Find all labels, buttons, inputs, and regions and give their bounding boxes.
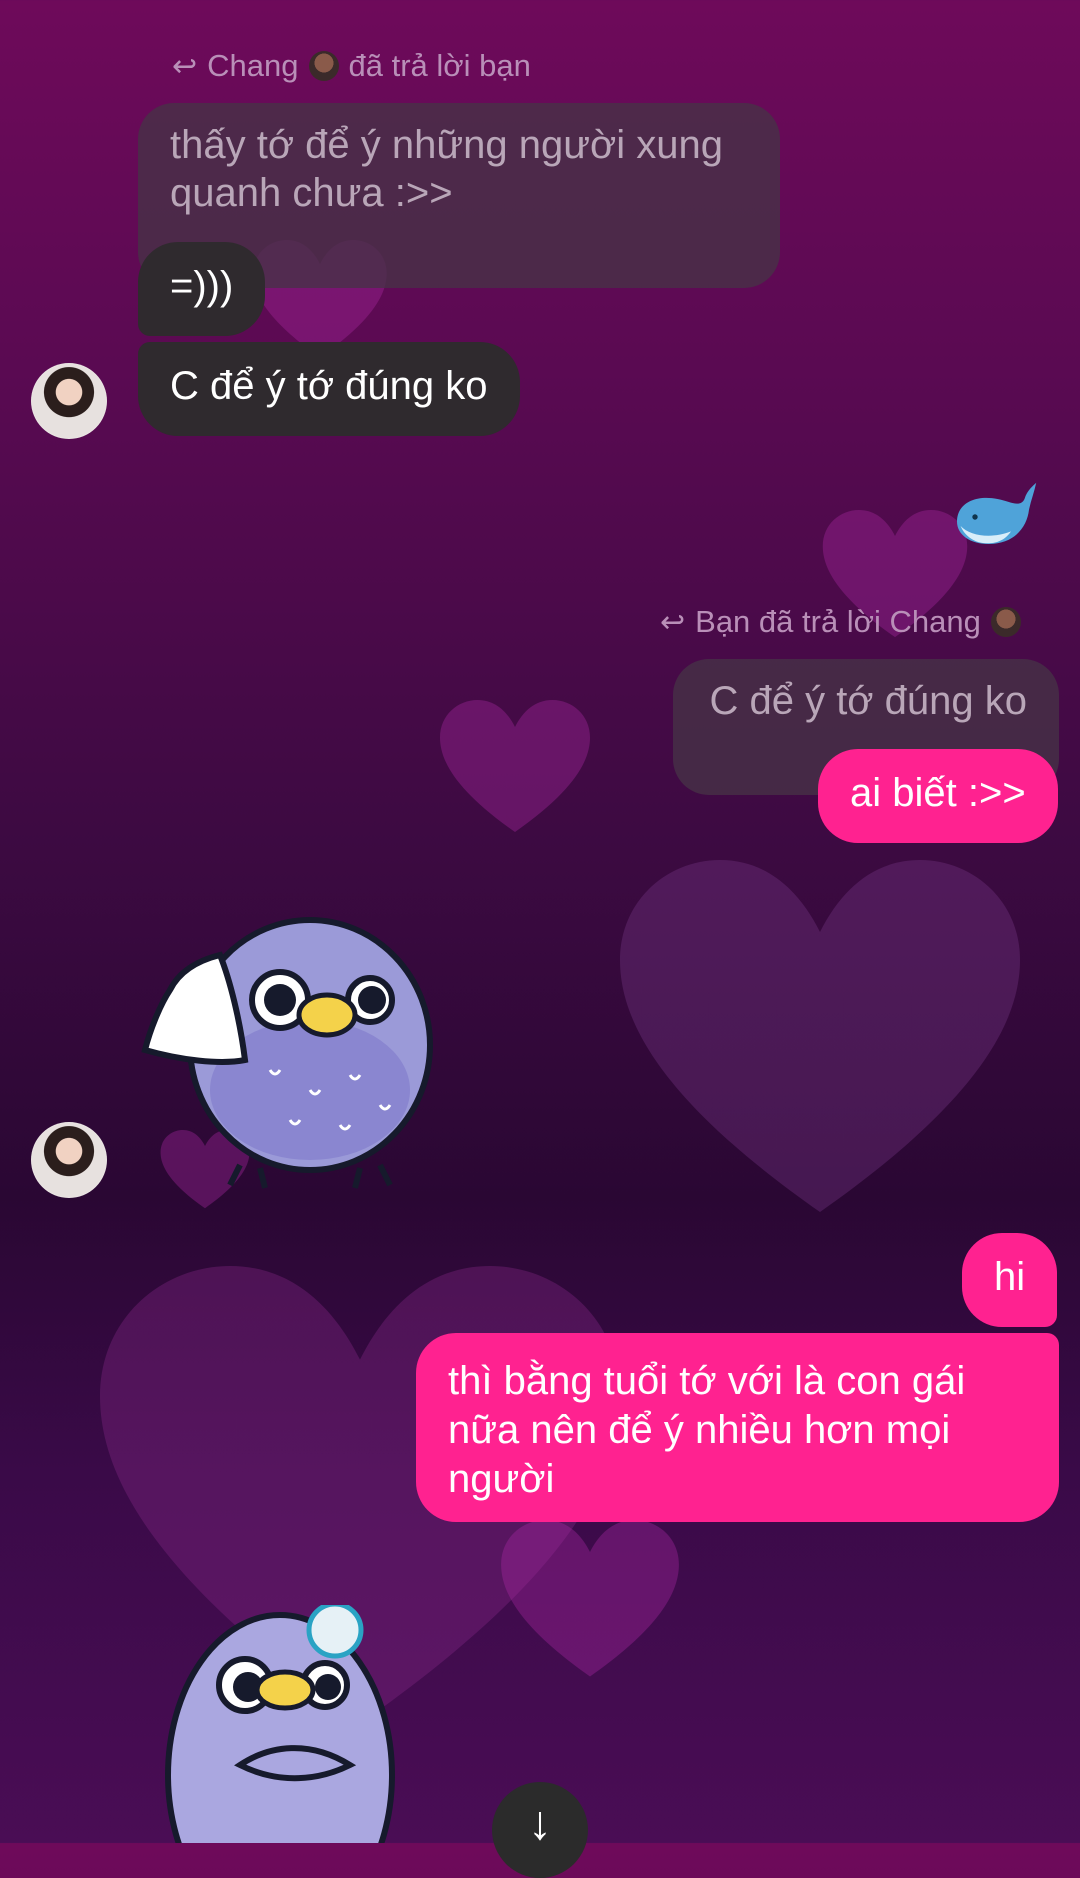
person-emoji-icon	[990, 607, 1021, 637]
reply-meta-outgoing: ↩ Bạn đã trả lời Chang	[660, 604, 1021, 640]
message-text: ai biết :>>	[850, 771, 1026, 815]
background-heart	[500, 1520, 680, 1680]
quoted-text: C để ý tớ đúng ko	[709, 679, 1027, 723]
whale-icon	[957, 482, 1037, 544]
message-bubble-outgoing[interactable]: hi	[962, 1233, 1058, 1327]
person-emoji-icon	[308, 51, 339, 81]
scroll-down-button[interactable]: ↓	[492, 1782, 588, 1878]
reply-arrow-icon: ↩	[172, 49, 198, 83]
message-bubble-outgoing[interactable]: thì bằng tuổi tớ với là con gái nữa nên …	[416, 1333, 1059, 1522]
avatar[interactable]	[31, 363, 107, 439]
reply-meta-text: Bạn đã trả lời Chang	[695, 604, 981, 639]
bird-sticker-towel[interactable]	[140, 890, 460, 1190]
message-text: thì bằng tuổi tớ với là con gái nữa nên …	[448, 1359, 966, 1501]
avatar[interactable]	[31, 1122, 107, 1198]
whale-emoji-message[interactable]	[948, 472, 1038, 562]
reply-meta-text: đã trả lời bạn	[348, 48, 531, 83]
reply-meta-incoming: ↩ Chang đã trả lời bạn	[172, 48, 531, 84]
quoted-text: thấy tớ để ý những người xung quanh chưa…	[170, 123, 724, 215]
message-text: hi	[994, 1255, 1026, 1299]
message-text: C để ý tớ đúng ko	[170, 364, 488, 408]
message-bubble-incoming[interactable]: C để ý tớ đúng ko	[138, 342, 520, 436]
background-heart	[620, 850, 1020, 1230]
bird-sticker-sweat[interactable]	[160, 1605, 420, 1843]
reply-arrow-icon: ↩	[660, 605, 686, 639]
reply-meta-name: Chang	[207, 48, 299, 83]
message-text: =)))	[170, 264, 234, 308]
background-heart	[440, 700, 590, 835]
message-bubble-incoming[interactable]: =)))	[138, 242, 266, 336]
bird-sticker-image	[165, 1605, 395, 1843]
bird-sticker-image	[141, 917, 433, 1189]
message-bubble-outgoing[interactable]: ai biết :>>	[818, 749, 1058, 843]
